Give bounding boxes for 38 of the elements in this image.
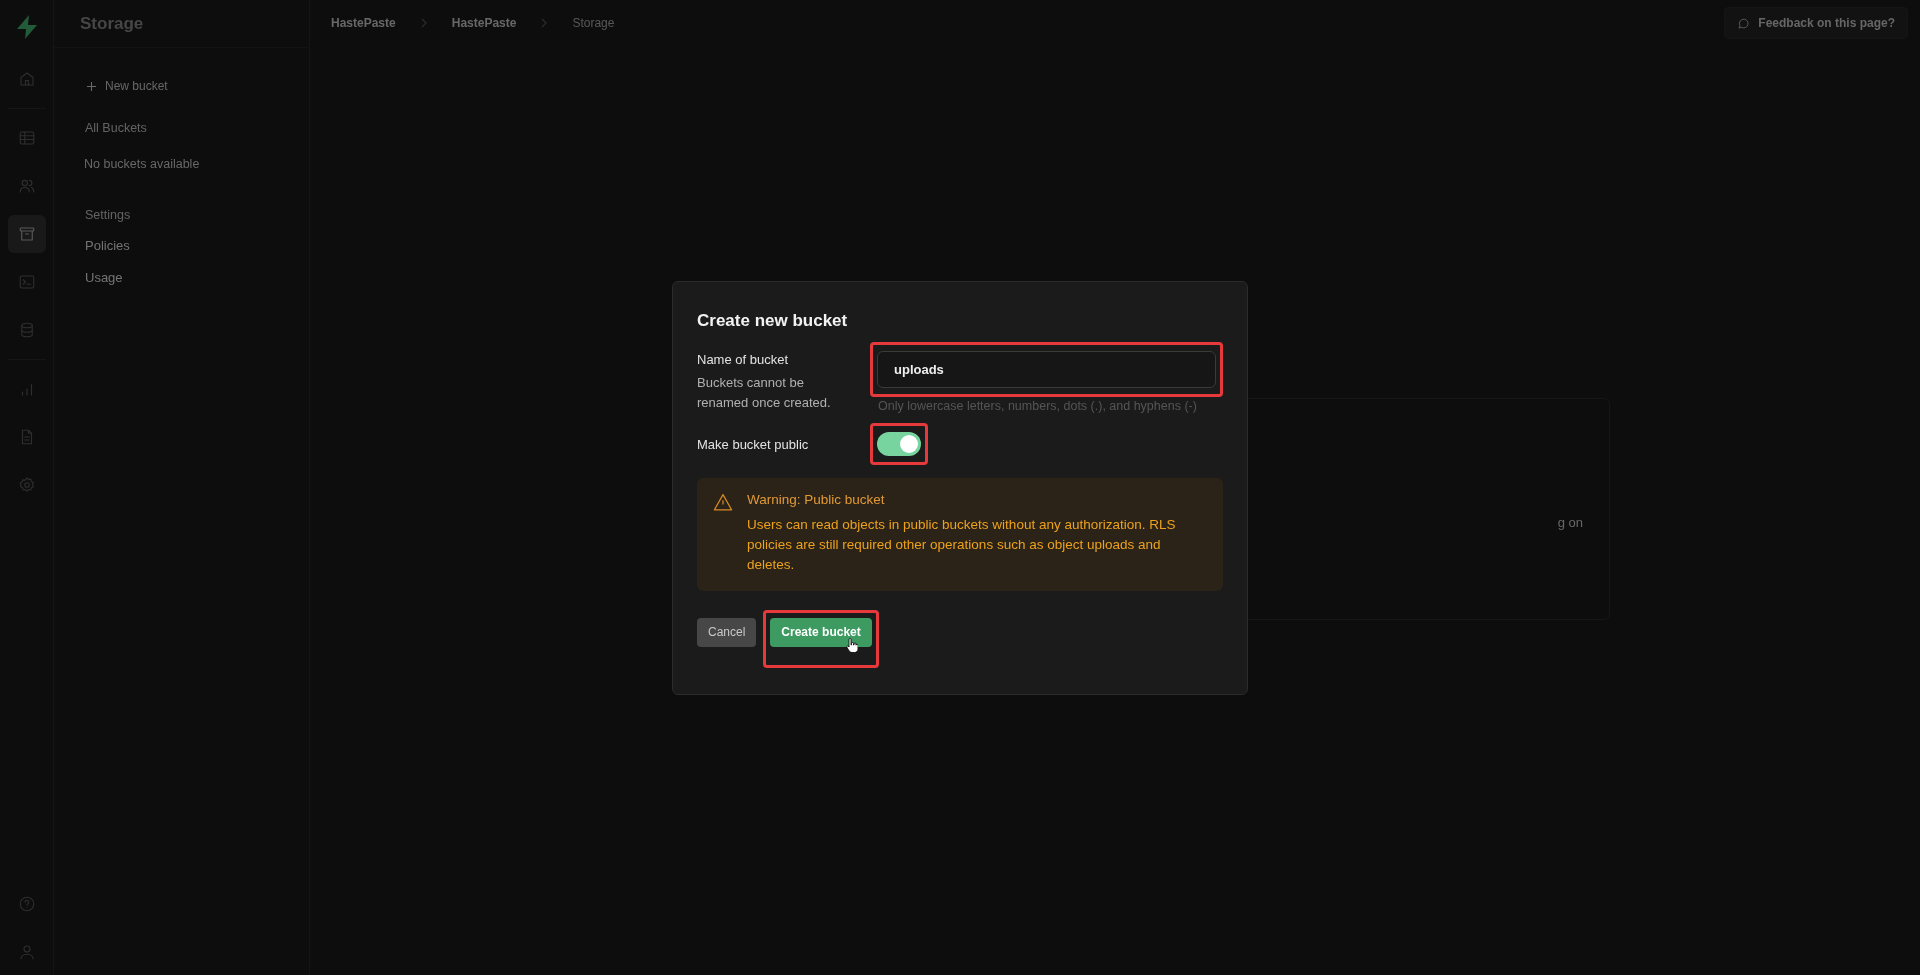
chevron-right-icon <box>540 18 549 28</box>
text-field[interactable]: uploads <box>877 350 1216 388</box>
breadcrumb-link[interactable]: Storage <box>572 16 615 30</box>
sidebar-link[interactable]: Usage <box>85 270 123 285</box>
user-icon <box>17 943 36 961</box>
home-icon <box>17 70 36 88</box>
field-label: Make bucket public <box>697 436 810 452</box>
archive-icon <box>17 225 36 243</box>
hand-cursor-icon <box>846 637 859 653</box>
help-icon <box>17 895 36 913</box>
logo-icon[interactable] <box>14 14 39 40</box>
cancel-button[interactable]: Cancel <box>697 617 757 647</box>
dialog-title: Create new bucket <box>697 310 849 331</box>
create-button[interactable]: Create bucket <box>770 617 872 647</box>
warning-text: Users can read objects in public buckets without any authorization. RLS policies are still required other operations such as object uploads and deletes. <box>747 515 1177 574</box>
field-label: Name of bucket <box>697 351 790 367</box>
breadcrumb-link[interactable]: HastePaste <box>451 16 517 30</box>
card-text: g on <box>1557 515 1583 530</box>
empty-message: No buckets available <box>84 157 200 171</box>
chat-bubble-icon <box>1737 16 1751 30</box>
chevron-right-icon <box>419 18 428 28</box>
nav-button[interactable] <box>7 215 46 253</box>
toggle-switch[interactable] <box>877 431 921 456</box>
users-icon <box>17 177 36 195</box>
warning-icon <box>713 492 733 511</box>
page-title: Storage <box>80 13 144 34</box>
section-heading: All Buckets <box>85 121 147 135</box>
new-bucket-button[interactable]: New bucket <box>86 75 168 97</box>
sidebar-link[interactable]: Policies <box>85 238 130 253</box>
section-heading: Settings <box>85 208 131 222</box>
terminal-icon <box>17 273 36 291</box>
field-description: Buckets cannot be renamed once created. <box>697 373 832 412</box>
plus-icon <box>86 80 97 92</box>
feedback-button[interactable]: Feedback on this page? <box>1724 7 1908 39</box>
warning-title: Warning: Public bucket <box>747 491 886 507</box>
settings-icon <box>17 476 36 494</box>
table-icon <box>17 129 36 147</box>
breadcrumb-link[interactable]: HastePaste <box>331 16 396 30</box>
